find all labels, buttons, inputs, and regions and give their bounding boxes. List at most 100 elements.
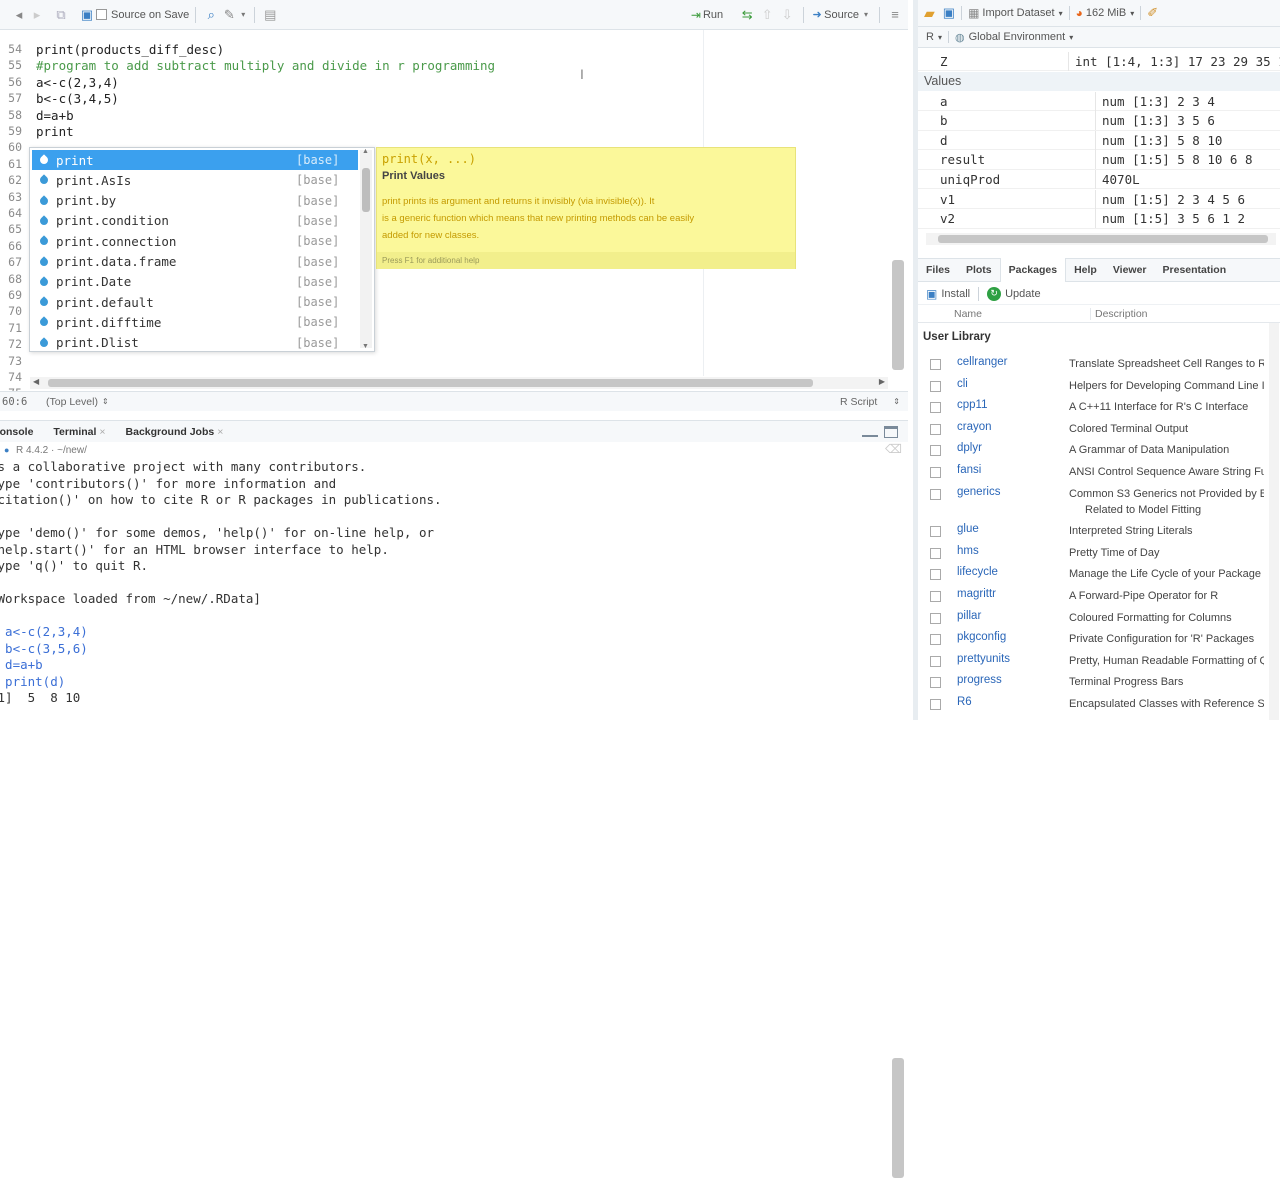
source-on-save-checkbox[interactable] xyxy=(96,9,107,20)
autocomplete-item[interactable]: print.condition [base] xyxy=(32,211,358,231)
package-row[interactable]: lifecycle Manage the Life Cycle of your P… xyxy=(918,566,1280,582)
packages-vertical-scrollbar[interactable] xyxy=(1269,323,1279,720)
autocomplete-item[interactable]: print.Dlist [base] xyxy=(32,333,358,353)
package-row[interactable]: crayon Colored Terminal Output xyxy=(918,421,1280,437)
maximize-icon[interactable] xyxy=(884,425,898,438)
console-vertical-scrollbar[interactable] xyxy=(892,1058,904,1178)
package-load-checkbox[interactable] xyxy=(930,380,941,392)
scrollbar-thumb[interactable] xyxy=(362,168,370,212)
tab-files[interactable]: Files xyxy=(918,258,958,282)
package-load-checkbox[interactable] xyxy=(930,634,941,646)
package-load-checkbox[interactable] xyxy=(930,402,941,414)
package-name-link[interactable]: R6 xyxy=(941,696,1069,708)
show-in-window-icon[interactable]: ⧉ xyxy=(52,4,70,26)
scrollbar-thumb[interactable] xyxy=(48,379,813,387)
back-arrow-icon[interactable]: ◂ xyxy=(10,4,28,26)
open-folder-icon[interactable]: ▰ xyxy=(924,5,935,22)
package-load-checkbox[interactable] xyxy=(930,655,941,667)
autocomplete-item[interactable]: print.difftime [base] xyxy=(32,312,358,332)
package-name-link[interactable]: generics xyxy=(941,486,1069,498)
package-name-link[interactable]: fansi xyxy=(941,464,1069,476)
code-line[interactable]: print(products_diff_desc) xyxy=(36,42,224,57)
language-selector[interactable]: R xyxy=(926,31,934,43)
run-arrow-icon[interactable]: ⇥ xyxy=(689,4,703,26)
compile-report-icon[interactable]: ▤ xyxy=(261,4,279,26)
autocomplete-item[interactable]: print.connection [base] xyxy=(32,231,358,251)
scope-selector[interactable]: (Top Level) xyxy=(46,396,98,408)
package-row[interactable]: magrittr A Forward-Pipe Operator for R xyxy=(918,588,1280,604)
package-load-checkbox[interactable] xyxy=(930,677,941,689)
console-output[interactable]: is a collaborative project with many con… xyxy=(0,458,904,1178)
package-load-checkbox[interactable] xyxy=(930,445,941,457)
clear-console-icon[interactable]: ⌫ xyxy=(885,442,902,456)
tab-presentation[interactable]: Presentation xyxy=(1155,258,1235,282)
close-icon[interactable]: × xyxy=(217,426,223,438)
package-load-checkbox[interactable] xyxy=(930,547,941,559)
chevron-down-icon[interactable]: ▾ xyxy=(1059,9,1063,18)
package-name-link[interactable]: prettyunits xyxy=(941,653,1069,665)
editor-vertical-scrollbar[interactable] xyxy=(892,260,904,370)
env-row[interactable]: a num [1:3] 2 3 4 xyxy=(918,91,1280,111)
autocomplete-item[interactable]: print.data.frame [base] xyxy=(32,252,358,272)
env-row[interactable]: d num [1:3] 5 8 10 xyxy=(918,130,1280,151)
chevron-down-icon[interactable]: ▾ xyxy=(1069,33,1073,42)
scroll-down-icon[interactable]: ▼ xyxy=(362,343,369,350)
chevron-updown-icon[interactable]: ⇕ xyxy=(102,397,109,406)
chevron-down-icon[interactable]: ▾ xyxy=(859,4,873,26)
package-row[interactable]: glue Interpreted String Literals xyxy=(918,523,1280,539)
rerun-icon[interactable]: ⇆ xyxy=(737,4,757,26)
autocomplete-item[interactable]: print.AsIs [base] xyxy=(32,170,358,190)
package-load-checkbox[interactable] xyxy=(930,423,941,435)
package-load-checkbox[interactable] xyxy=(930,612,941,624)
editor-horizontal-scrollbar[interactable]: ◀ ▶ xyxy=(30,377,888,389)
package-name-link[interactable]: crayon xyxy=(941,421,1069,433)
package-name-link[interactable]: cellranger xyxy=(941,356,1069,368)
tab-background-jobs[interactable]: Background Jobs × xyxy=(116,426,234,438)
autocomplete-item[interactable]: print.by [base] xyxy=(32,191,358,211)
code-line[interactable]: #program to add subtract multiply and di… xyxy=(36,58,495,73)
package-row[interactable]: Related to Model Fitting xyxy=(918,502,1280,518)
source-button[interactable]: Source xyxy=(824,9,859,21)
environment-horizontal-scrollbar[interactable] xyxy=(926,233,1276,245)
search-icon[interactable]: ⌕ xyxy=(202,4,220,26)
save-icon[interactable]: ▣ xyxy=(78,4,96,26)
env-row[interactable]: result num [1:5] 5 8 10 6 8 xyxy=(918,150,1280,170)
code-line[interactable]: d=a+b xyxy=(36,108,74,123)
package-row[interactable]: dplyr A Grammar of Data Manipulation xyxy=(918,442,1280,458)
install-button[interactable]: Install xyxy=(941,288,970,300)
scrollbar-thumb[interactable] xyxy=(938,235,1268,243)
package-row[interactable]: generics Common S3 Generics not Provided … xyxy=(918,486,1280,502)
tab-packages[interactable]: Packages xyxy=(999,258,1067,282)
package-row[interactable]: cellranger Translate Spreadsheet Cell Ran… xyxy=(918,356,1280,372)
tab-help[interactable]: Help xyxy=(1066,258,1105,282)
chevron-down-icon[interactable]: ▾ xyxy=(1130,9,1134,18)
tab-plots[interactable]: Plots xyxy=(958,258,1000,282)
package-name-link[interactable]: lifecycle xyxy=(941,566,1069,578)
env-row[interactable]: b num [1:3] 3 5 6 xyxy=(918,111,1280,131)
package-name-link[interactable]: cli xyxy=(941,378,1069,390)
package-name-link[interactable]: pkgconfig xyxy=(941,631,1069,643)
close-icon[interactable]: × xyxy=(99,426,105,438)
package-name-link[interactable]: cpp11 xyxy=(941,399,1069,411)
code-line[interactable]: b<-c(3,4,5) xyxy=(36,91,119,106)
autocomplete-scrollbar[interactable]: ▲ ▼ xyxy=(360,148,372,350)
package-load-checkbox[interactable] xyxy=(930,359,941,370)
run-button[interactable]: Run xyxy=(703,9,723,21)
code-line[interactable]: a<-c(2,3,4) xyxy=(36,75,119,90)
package-load-checkbox[interactable] xyxy=(930,526,941,538)
scroll-right-icon[interactable]: ▶ xyxy=(879,377,885,386)
package-load-checkbox[interactable] xyxy=(930,569,941,581)
package-row[interactable]: fansi ANSI Control Sequence Aware String … xyxy=(918,464,1280,480)
package-name-link[interactable]: dplyr xyxy=(941,442,1069,454)
install-icon[interactable]: ▣ xyxy=(926,287,937,301)
package-name-link[interactable]: magrittr xyxy=(941,588,1069,600)
env-row[interactable]: v1 num [1:5] 2 3 4 5 6 xyxy=(918,189,1280,209)
package-name-link[interactable]: progress xyxy=(941,674,1069,686)
package-name-link[interactable]: hms xyxy=(941,545,1069,557)
clear-workspace-broom-icon[interactable]: ✐ xyxy=(1147,5,1158,21)
package-load-checkbox[interactable] xyxy=(930,467,941,478)
chevron-updown-icon[interactable]: ⇕ xyxy=(893,397,900,406)
package-name-link[interactable]: pillar xyxy=(941,610,1069,622)
package-row[interactable]: cli Helpers for Developing Command Line I… xyxy=(918,378,1280,394)
forward-arrow-icon[interactable]: ▸ xyxy=(28,4,46,26)
